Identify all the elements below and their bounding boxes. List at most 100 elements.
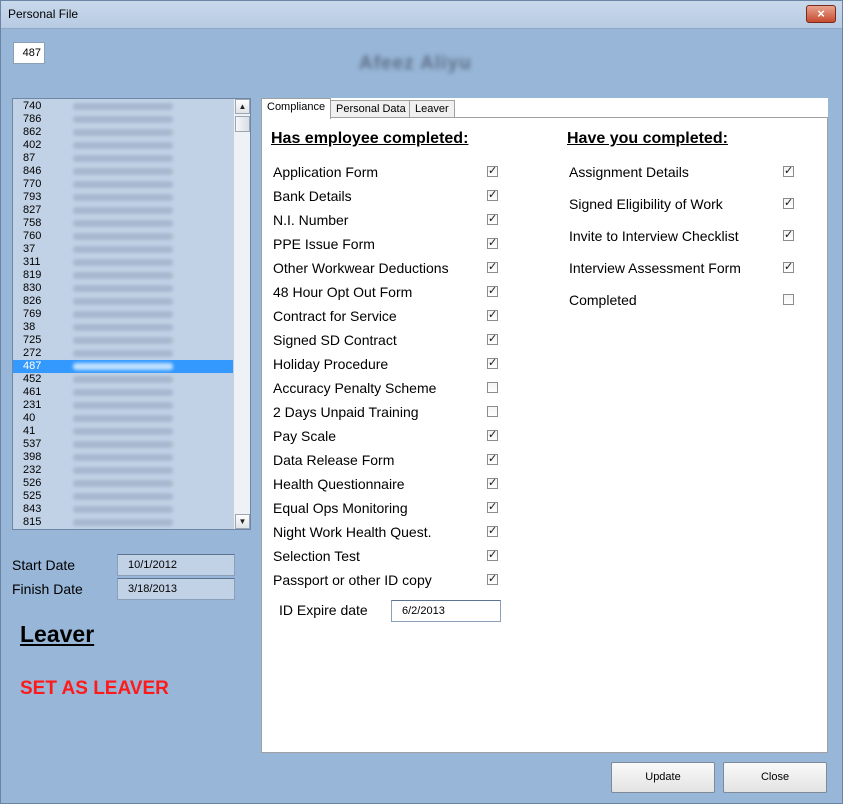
you-item-checkbox[interactable] — [783, 294, 794, 305]
list-item[interactable]: 769 — [13, 308, 234, 321]
list-item[interactable]: 758 — [13, 217, 234, 230]
list-item[interactable]: 37 — [13, 243, 234, 256]
you-item-label: Signed Eligibility of Work — [569, 196, 723, 212]
employee-item-checkbox[interactable]: ✓ — [487, 574, 498, 585]
list-item[interactable]: 740 — [13, 100, 234, 113]
list-item[interactable]: 846 — [13, 165, 234, 178]
employee-item-checkbox[interactable] — [487, 406, 498, 417]
finish-date-label: Finish Date — [12, 581, 83, 597]
tab-personal-data[interactable]: Personal Data — [330, 100, 412, 118]
employee-item-label: PPE Issue Form — [273, 236, 375, 252]
you-item-label: Completed — [569, 292, 637, 308]
employee-item-label: Bank Details — [273, 188, 352, 204]
list-item-name-redacted — [73, 233, 173, 240]
you-item-checkbox[interactable]: ✓ — [783, 230, 794, 241]
list-item[interactable]: 525 — [13, 490, 234, 503]
employee-item-checkbox[interactable]: ✓ — [487, 454, 498, 465]
scroll-up-button[interactable]: ▲ — [235, 99, 250, 114]
you-completed-title: Have you completed: — [567, 130, 728, 147]
employee-name: Afeez Aliyu — [359, 53, 472, 74]
employee-item-checkbox[interactable]: ✓ — [487, 550, 498, 561]
list-item[interactable]: 452 — [13, 373, 234, 386]
list-item[interactable]: 786 — [13, 113, 234, 126]
list-item[interactable]: 402 — [13, 139, 234, 152]
list-item[interactable]: 826 — [13, 295, 234, 308]
employee-item-checkbox[interactable]: ✓ — [487, 502, 498, 513]
list-item[interactable]: 311 — [13, 256, 234, 269]
list-item-name-redacted — [73, 402, 173, 409]
close-button[interactable]: Close — [723, 762, 827, 793]
list-item-name-redacted — [73, 428, 173, 435]
tab-compliance[interactable]: Compliance — [261, 98, 332, 119]
employee-item-checkbox[interactable]: ✓ — [487, 334, 498, 345]
list-item[interactable]: 537 — [13, 438, 234, 451]
list-item[interactable]: 725 — [13, 334, 234, 347]
list-item-code: 725 — [23, 334, 42, 346]
list-item[interactable]: 760 — [13, 230, 234, 243]
employee-item-checkbox[interactable]: ✓ — [487, 214, 498, 225]
start-date-field[interactable]: 10/1/2012 — [117, 554, 235, 576]
list-item-code: 231 — [23, 399, 42, 411]
list-item[interactable]: 398 — [13, 451, 234, 464]
you-item-checkbox[interactable]: ✓ — [783, 198, 794, 209]
employee-item-checkbox[interactable]: ✓ — [487, 478, 498, 489]
employee-item-checkbox[interactable]: ✓ — [487, 286, 498, 297]
list-item[interactable]: 827 — [13, 204, 234, 217]
employee-item-checkbox[interactable]: ✓ — [487, 238, 498, 249]
list-item-name-redacted — [73, 298, 173, 305]
employee-item-checkbox[interactable]: ✓ — [487, 166, 498, 177]
you-item-checkbox[interactable]: ✓ — [783, 166, 794, 177]
window-close-button[interactable]: × — [806, 5, 836, 23]
list-item[interactable]: 487 — [13, 360, 234, 373]
list-item[interactable]: 815 — [13, 516, 234, 529]
list-item-code: 826 — [23, 295, 42, 307]
list-item-code: 830 — [23, 282, 42, 294]
employee-item-label: Other Workwear Deductions — [273, 260, 449, 276]
set-as-leaver-button[interactable]: SET AS LEAVER — [20, 678, 169, 700]
list-item[interactable]: 770 — [13, 178, 234, 191]
list-item-code: 793 — [23, 191, 42, 203]
list-item[interactable]: 87 — [13, 152, 234, 165]
scroll-down-button[interactable]: ▼ — [235, 514, 250, 529]
list-item-code: 740 — [23, 100, 42, 112]
title-bar[interactable]: Personal File × — [1, 1, 842, 29]
list-item-name-redacted — [73, 519, 173, 526]
id-expire-field[interactable]: 6/2/2013 — [391, 600, 501, 622]
list-item-name-redacted — [73, 467, 173, 474]
you-item-label: Interview Assessment Form — [569, 260, 741, 276]
employee-item-checkbox[interactable]: ✓ — [487, 358, 498, 369]
list-item[interactable]: 40 — [13, 412, 234, 425]
list-item[interactable]: 819 — [13, 269, 234, 282]
employee-item-checkbox[interactable]: ✓ — [487, 262, 498, 273]
list-item-code: 461 — [23, 386, 42, 398]
employee-item-checkbox[interactable]: ✓ — [487, 430, 498, 441]
scroll-thumb[interactable] — [235, 116, 250, 132]
list-item[interactable]: 272 — [13, 347, 234, 360]
list-scrollbar[interactable]: ▲ ▼ — [233, 99, 250, 529]
employee-id-field[interactable]: 487 — [13, 42, 45, 64]
list-item[interactable]: 461 — [13, 386, 234, 399]
employee-item-checkbox[interactable]: ✓ — [487, 310, 498, 321]
employee-item-checkbox[interactable]: ✓ — [487, 526, 498, 537]
employee-item-label: Selection Test — [273, 548, 360, 564]
employee-item-checkbox[interactable] — [487, 382, 498, 393]
list-item-code: 487 — [23, 360, 42, 372]
list-item[interactable]: 830 — [13, 282, 234, 295]
list-item[interactable]: 862 — [13, 126, 234, 139]
list-item[interactable]: 231 — [13, 399, 234, 412]
update-button[interactable]: Update — [611, 762, 715, 793]
you-item-checkbox[interactable]: ✓ — [783, 262, 794, 273]
list-item[interactable]: 38 — [13, 321, 234, 334]
list-item[interactable]: 232 — [13, 464, 234, 477]
finish-date-field[interactable]: 3/18/2013 — [117, 578, 235, 600]
employee-item-checkbox[interactable]: ✓ — [487, 190, 498, 201]
list-item[interactable]: 793 — [13, 191, 234, 204]
list-item-code: 819 — [23, 269, 42, 281]
list-item[interactable]: 41 — [13, 425, 234, 438]
list-item-name-redacted — [73, 259, 173, 266]
tab-leaver[interactable]: Leaver — [409, 100, 455, 118]
list-item[interactable]: 843 — [13, 503, 234, 516]
employee-item-label: Holiday Procedure — [273, 356, 389, 372]
employee-listbox[interactable]: 740 786 862 402 87 846 770 793 827 758 760 37 311 819… — [12, 98, 251, 530]
list-item[interactable]: 526 — [13, 477, 234, 490]
